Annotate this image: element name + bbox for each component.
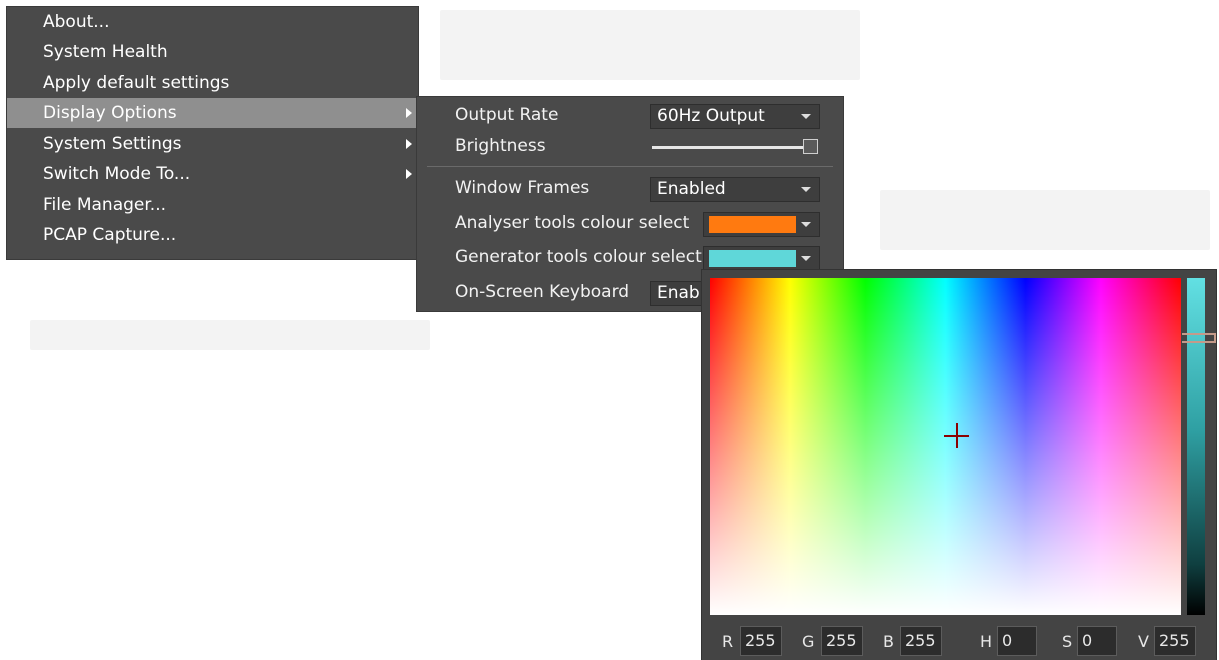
h-field[interactable]: 0 (997, 626, 1037, 656)
menu-item-about[interactable]: About... (7, 7, 418, 37)
brightness-slider-track[interactable] (652, 146, 806, 149)
main-menu: About... System Health Apply default set… (7, 7, 418, 259)
background-content (440, 10, 860, 80)
generator-colour-dropdown[interactable] (703, 246, 820, 271)
colour-spectrum[interactable] (710, 278, 1181, 615)
menu-item-pcap-capture[interactable]: PCAP Capture... (7, 220, 418, 250)
menu-item-system-health[interactable]: System Health (7, 37, 418, 67)
chevron-down-icon (801, 187, 811, 192)
menu-item-label: File Manager... (43, 195, 167, 215)
colour-picker-popup: R 255 G 255 B 255 H 0 S 0 V 255 (702, 270, 1216, 660)
submenu-arrow-icon (406, 108, 412, 118)
window-frames-dropdown[interactable]: Enabled (650, 177, 820, 202)
menu-item-label: Apply default settings (43, 73, 230, 93)
brightness-slider-handle[interactable] (803, 139, 818, 154)
s-label: S (1062, 632, 1073, 651)
menu-item-label: System Health (43, 42, 168, 62)
chevron-down-icon (801, 114, 811, 119)
s-field[interactable]: 0 (1077, 626, 1117, 656)
background-content (30, 320, 430, 350)
g-field[interactable]: 255 (821, 626, 863, 656)
output-rate-dropdown[interactable]: 60Hz Output (650, 104, 820, 129)
v-label: V (1138, 632, 1149, 651)
value-slider-marker[interactable] (1182, 333, 1216, 343)
analyser-colour-swatch (709, 216, 796, 233)
background-content (880, 190, 1210, 250)
r-label: R (722, 632, 734, 651)
menu-item-apply-default-settings[interactable]: Apply default settings (7, 68, 418, 98)
onscreen-keyboard-label: On-Screen Keyboard (455, 282, 630, 302)
output-rate-label: Output Rate (455, 105, 559, 125)
window-frames-value: Enabled (657, 179, 726, 199)
menu-item-label: Display Options (43, 103, 177, 123)
b-label: B (883, 632, 894, 651)
analyser-colour-label: Analyser tools colour select (455, 213, 690, 233)
g-label: G (802, 632, 815, 651)
value-slider[interactable] (1187, 278, 1205, 615)
menu-item-file-manager[interactable]: File Manager... (7, 190, 418, 220)
menu-item-label: About... (43, 12, 110, 32)
separator (427, 166, 833, 167)
menu-item-label: PCAP Capture... (43, 225, 177, 245)
window-frames-label: Window Frames (455, 178, 590, 198)
chevron-down-icon (801, 222, 811, 227)
r-field[interactable]: 255 (740, 626, 782, 656)
submenu-arrow-icon (406, 139, 412, 149)
menu-item-display-options[interactable]: Display Options (7, 98, 418, 128)
onscreen-keyboard-value: Enabl (657, 283, 705, 303)
b-field[interactable]: 255 (900, 626, 942, 656)
analyser-colour-dropdown[interactable] (703, 212, 820, 237)
v-field[interactable]: 255 (1154, 626, 1196, 656)
h-label: H (980, 632, 993, 651)
generator-colour-swatch (709, 250, 796, 267)
menu-item-label: Switch Mode To... (43, 164, 191, 184)
menu-item-system-settings[interactable]: System Settings (7, 129, 418, 159)
submenu-arrow-icon (406, 169, 412, 179)
output-rate-value: 60Hz Output (657, 106, 765, 126)
brightness-label: Brightness (455, 136, 546, 156)
generator-colour-label: Generator tools colour select (455, 247, 702, 267)
menu-item-switch-mode-to[interactable]: Switch Mode To... (7, 159, 418, 189)
menu-item-label: System Settings (43, 134, 182, 154)
crosshair-icon[interactable] (944, 423, 969, 448)
chevron-down-icon (801, 256, 811, 261)
